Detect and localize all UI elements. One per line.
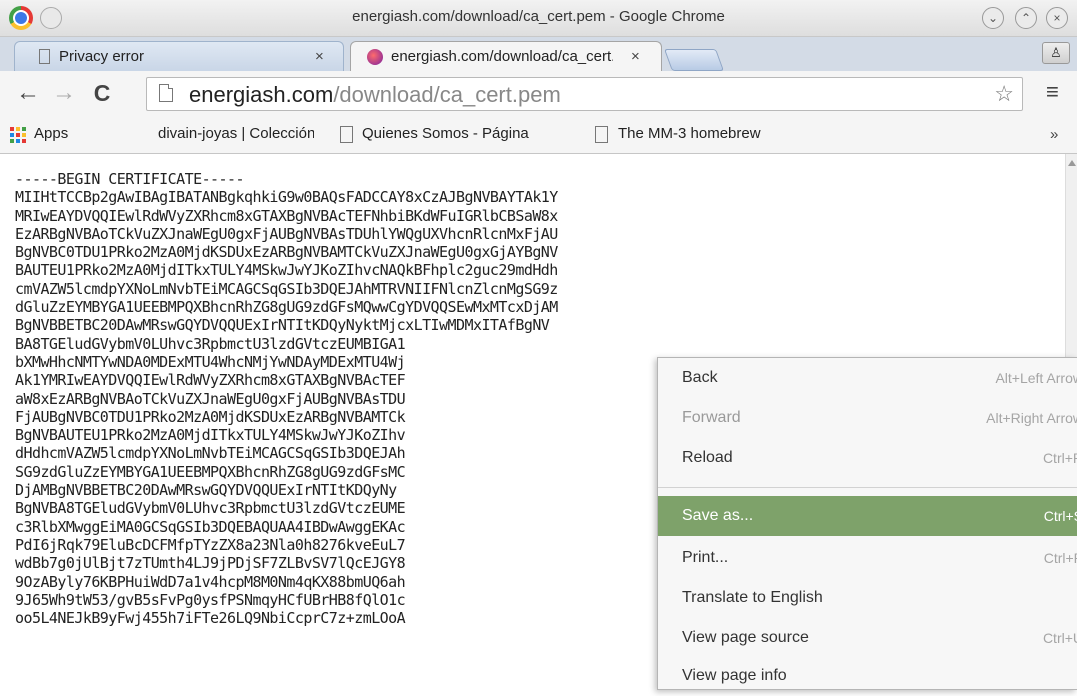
menu-item-view-source[interactable]: View page source Ctrl+U (658, 618, 1077, 658)
menu-item-shortcut: Alt+Right Arrow (986, 410, 1077, 426)
menu-item-shortcut: Ctrl+P (1043, 550, 1077, 566)
window-title-bar: energiash.com/download/ca_cert.pem - Goo… (0, 0, 1077, 37)
bookmarks-bar: Apps divain-joyas | Colección Quienes So… (0, 117, 1077, 154)
chrome-menu-icon[interactable]: ≡ (1046, 81, 1066, 103)
url-path: /download/ca_cert.pem (333, 82, 561, 107)
menu-item-label: Save as... (682, 507, 754, 524)
browser-toolbar: ← → C energiash.com/download/ca_cert.pem… (0, 71, 1077, 117)
tab-privacy-error[interactable]: Privacy error × (14, 41, 344, 71)
menu-item-page-info[interactable]: View page info (658, 656, 1077, 696)
bookmarks-overflow-icon[interactable]: » (1050, 126, 1058, 143)
menu-item-label: View page source (682, 629, 809, 646)
bookmark-apps[interactable]: Apps (34, 125, 68, 142)
address-bar[interactable]: energiash.com/download/ca_cert.pem ☆ (146, 77, 1023, 111)
menu-item-save-as[interactable]: Save as... Ctrl+S (658, 496, 1077, 536)
page-icon (595, 126, 608, 143)
menu-item-label: Print... (682, 549, 729, 566)
window-title: energiash.com/download/ca_cert.pem - Goo… (352, 8, 725, 25)
menu-item-label: Reload (682, 449, 733, 466)
close-window-button[interactable]: × (1046, 7, 1068, 29)
profile-icon[interactable]: ♙ (1042, 42, 1070, 64)
page-icon (340, 126, 353, 143)
menu-item-translate[interactable]: Translate to English (658, 578, 1077, 618)
certificate-text: -----BEGIN CERTIFICATE----- MIIHtTCCBp2g… (15, 170, 558, 628)
bookmark-mm3-homebrew[interactable]: The MM-3 homebrew (618, 125, 761, 142)
site-favicon-icon (367, 49, 383, 65)
tab-label: energiash.com/download/ca_cert.pem (391, 48, 613, 65)
menu-item-shortcut: Alt+Left Arrow (995, 370, 1077, 386)
back-button[interactable]: ← (14, 79, 42, 107)
menu-item-label: Translate to English (682, 589, 823, 606)
scroll-up-icon[interactable] (1068, 160, 1076, 166)
url-text[interactable]: energiash.com/download/ca_cert.pem (189, 82, 561, 108)
context-menu: Back Alt+Left Arrow Forward Alt+Right Ar… (657, 357, 1077, 690)
tab-close-icon[interactable]: × (315, 42, 324, 72)
bookmark-star-icon[interactable]: ☆ (994, 81, 1014, 107)
menu-item-label: View page info (682, 667, 787, 684)
page-icon (39, 49, 50, 64)
menu-separator (658, 487, 1077, 488)
new-tab-button[interactable] (663, 49, 725, 71)
bookmark-quienes-somos[interactable]: Quienes Somos - Página (362, 125, 567, 142)
menu-item-back[interactable]: Back Alt+Left Arrow (658, 358, 1077, 398)
menu-item-shortcut: Ctrl+U (1042, 630, 1077, 646)
tab-ca-cert[interactable]: energiash.com/download/ca_cert.pem × (350, 41, 662, 71)
menu-item-forward[interactable]: Forward Alt+Right Arrow (658, 398, 1077, 438)
maximize-button[interactable]: ⌃ (1015, 7, 1037, 29)
menu-item-shortcut: Ctrl+S (1043, 508, 1077, 524)
bookmark-divain-joyas[interactable]: divain-joyas | Colección (158, 125, 314, 142)
menu-item-shortcut: Ctrl+R (1042, 450, 1077, 466)
url-host: energiash.com (189, 82, 334, 107)
apps-grid-icon[interactable] (10, 127, 26, 143)
tab-close-icon[interactable]: × (631, 42, 640, 72)
menu-item-reload[interactable]: Reload Ctrl+R (658, 438, 1077, 478)
forward-button[interactable]: → (50, 79, 78, 107)
tab-strip: Privacy error × energiash.com/download/c… (0, 37, 1077, 71)
menu-item-label: Back (682, 369, 718, 386)
menu-item-print[interactable]: Print... Ctrl+P (658, 538, 1077, 578)
page-icon (159, 84, 173, 102)
reload-button[interactable]: C (88, 79, 116, 107)
menu-item-label: Forward (682, 409, 741, 426)
tab-label: Privacy error (59, 48, 145, 65)
minimize-button[interactable]: ⌄ (982, 7, 1004, 29)
